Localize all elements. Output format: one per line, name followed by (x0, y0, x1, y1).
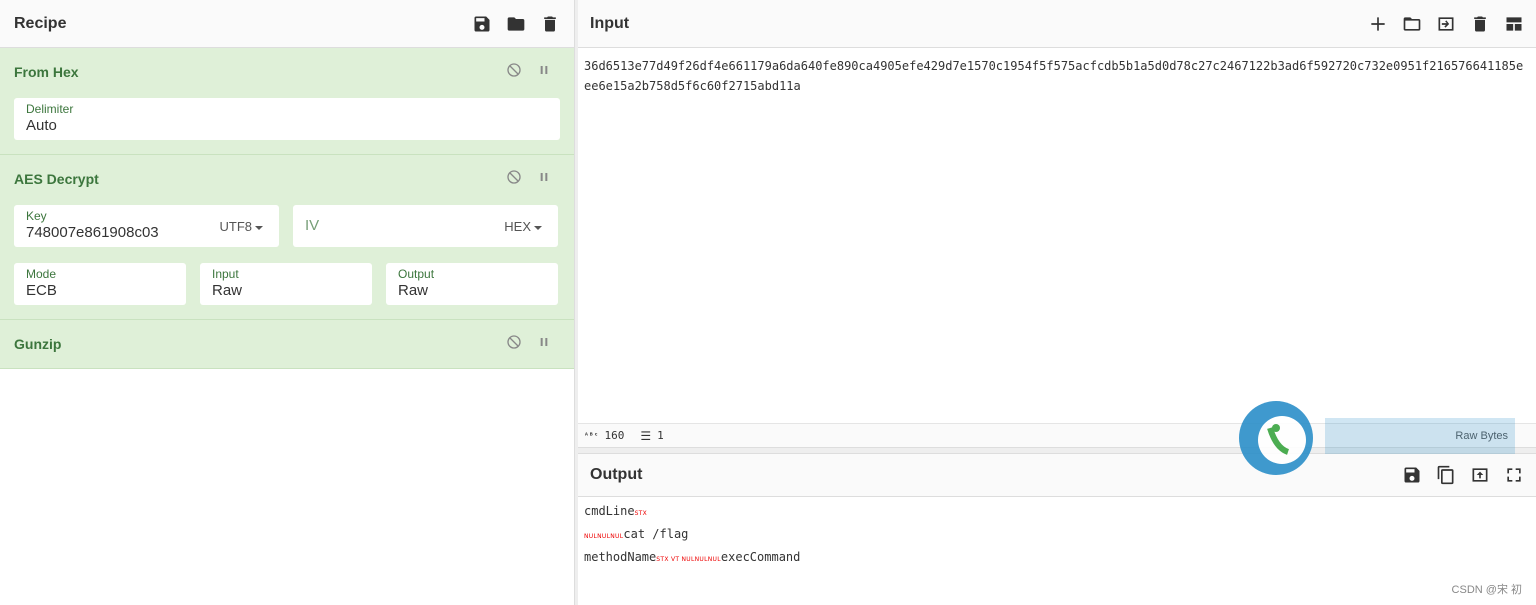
control-char: STX (634, 510, 648, 517)
replace-input-icon[interactable] (1470, 465, 1490, 485)
delimiter-field[interactable]: Delimiter Auto (14, 98, 560, 140)
output-format-value: Raw (398, 282, 429, 299)
control-char: STX VT NULNULNUL (656, 556, 721, 563)
pause-icon[interactable] (536, 334, 552, 355)
operation-gunzip[interactable]: Gunzip (0, 320, 574, 369)
operation-title: From Hex (14, 64, 79, 80)
chevron-down-icon (534, 225, 542, 230)
key-encoding-dropdown[interactable]: UTF8 (220, 219, 263, 234)
iv-placeholder: IV (305, 217, 320, 234)
output-line: cmdLineSTX (584, 504, 648, 518)
input-format-label: Input (212, 267, 239, 281)
key-field[interactable]: Key 748007e861908c03 UTF8 (14, 205, 279, 247)
horizontal-resize-handle[interactable] (578, 447, 1536, 454)
delimiter-value: Auto (26, 117, 57, 134)
input-status-bar: ᴬᴮᶜ 160 ☰ 1 Raw Bytes (578, 423, 1536, 447)
operation-aes-decrypt[interactable]: AES Decrypt Key 748007e861908c03 UTF8 IV… (0, 155, 574, 320)
disable-icon[interactable] (506, 169, 522, 190)
iv-field[interactable]: IV HEX (293, 205, 558, 247)
output-line: NULNULNULcat /flag (584, 527, 689, 541)
input-textarea[interactable]: 36d6513e77d49f26df4e661179a6da640fe890ca… (578, 48, 1536, 104)
pause-icon[interactable] (536, 62, 552, 83)
import-icon[interactable] (1436, 14, 1456, 34)
recipe-title: Recipe (14, 14, 67, 32)
operation-from-hex[interactable]: From Hex Delimiter Auto (0, 48, 574, 155)
delimiter-label: Delimiter (26, 102, 74, 116)
fullscreen-icon[interactable] (1504, 465, 1524, 485)
output-line: methodNameSTX VT NULNULNULexecCommand (584, 550, 801, 564)
abc-icon: ᴬᴮᶜ (584, 431, 599, 440)
recipe-header: Recipe (0, 0, 574, 48)
input-format-field[interactable]: Input Raw (200, 263, 372, 305)
folder-icon[interactable] (506, 14, 526, 34)
lines-icon: ☰ (640, 428, 652, 443)
trash-icon[interactable] (1470, 14, 1490, 34)
csdn-watermark: CSDN @宋 初 (1451, 584, 1522, 596)
output-title: Output (590, 466, 643, 483)
mode-field[interactable]: Mode ECB (14, 263, 186, 305)
disable-icon[interactable] (506, 62, 522, 83)
input-header: Input (578, 0, 1536, 48)
output-text[interactable]: cmdLineSTX NULNULNULcat /flag methodName… (578, 497, 1536, 578)
copy-icon[interactable] (1436, 465, 1456, 485)
chevron-down-icon (255, 225, 263, 230)
recipe-pane: Recipe From Hex Delimiter Auto AES Decry… (0, 0, 575, 605)
input-title: Input (590, 14, 630, 32)
lines-stat: ☰ 1 (640, 428, 664, 443)
operation-title: Gunzip (14, 336, 62, 352)
output-pane: Output cmdLineSTX NULNULNULcat /flag met… (578, 454, 1536, 605)
mode-value: ECB (26, 282, 57, 299)
trash-icon[interactable] (540, 14, 560, 34)
output-format-label: Output (398, 267, 435, 281)
save-icon[interactable] (1402, 465, 1422, 485)
raw-bytes-selector[interactable]: Raw Bytes (1455, 430, 1508, 442)
plus-icon[interactable] (1368, 14, 1388, 34)
output-format-field[interactable]: Output Raw (386, 263, 558, 305)
save-icon[interactable] (472, 14, 492, 34)
folder-icon[interactable] (1402, 14, 1422, 34)
iv-encoding-dropdown[interactable]: HEX (504, 219, 542, 234)
cyberchef-app: Recipe From Hex Delimiter Auto AES Decry… (0, 0, 1536, 605)
mode-label: Mode (26, 267, 57, 281)
pause-icon[interactable] (536, 169, 552, 190)
operation-title: AES Decrypt (14, 171, 99, 187)
input-pane: Input 36d6513e77d49f26df4e661179a6da640f… (578, 0, 1536, 447)
length-stat: ᴬᴮᶜ 160 (584, 429, 625, 442)
disable-icon[interactable] (506, 334, 522, 355)
layout-icon[interactable] (1504, 14, 1524, 34)
control-char: NULNULNUL (584, 533, 624, 540)
input-format-value: Raw (212, 282, 243, 299)
output-header: Output (578, 454, 1536, 497)
